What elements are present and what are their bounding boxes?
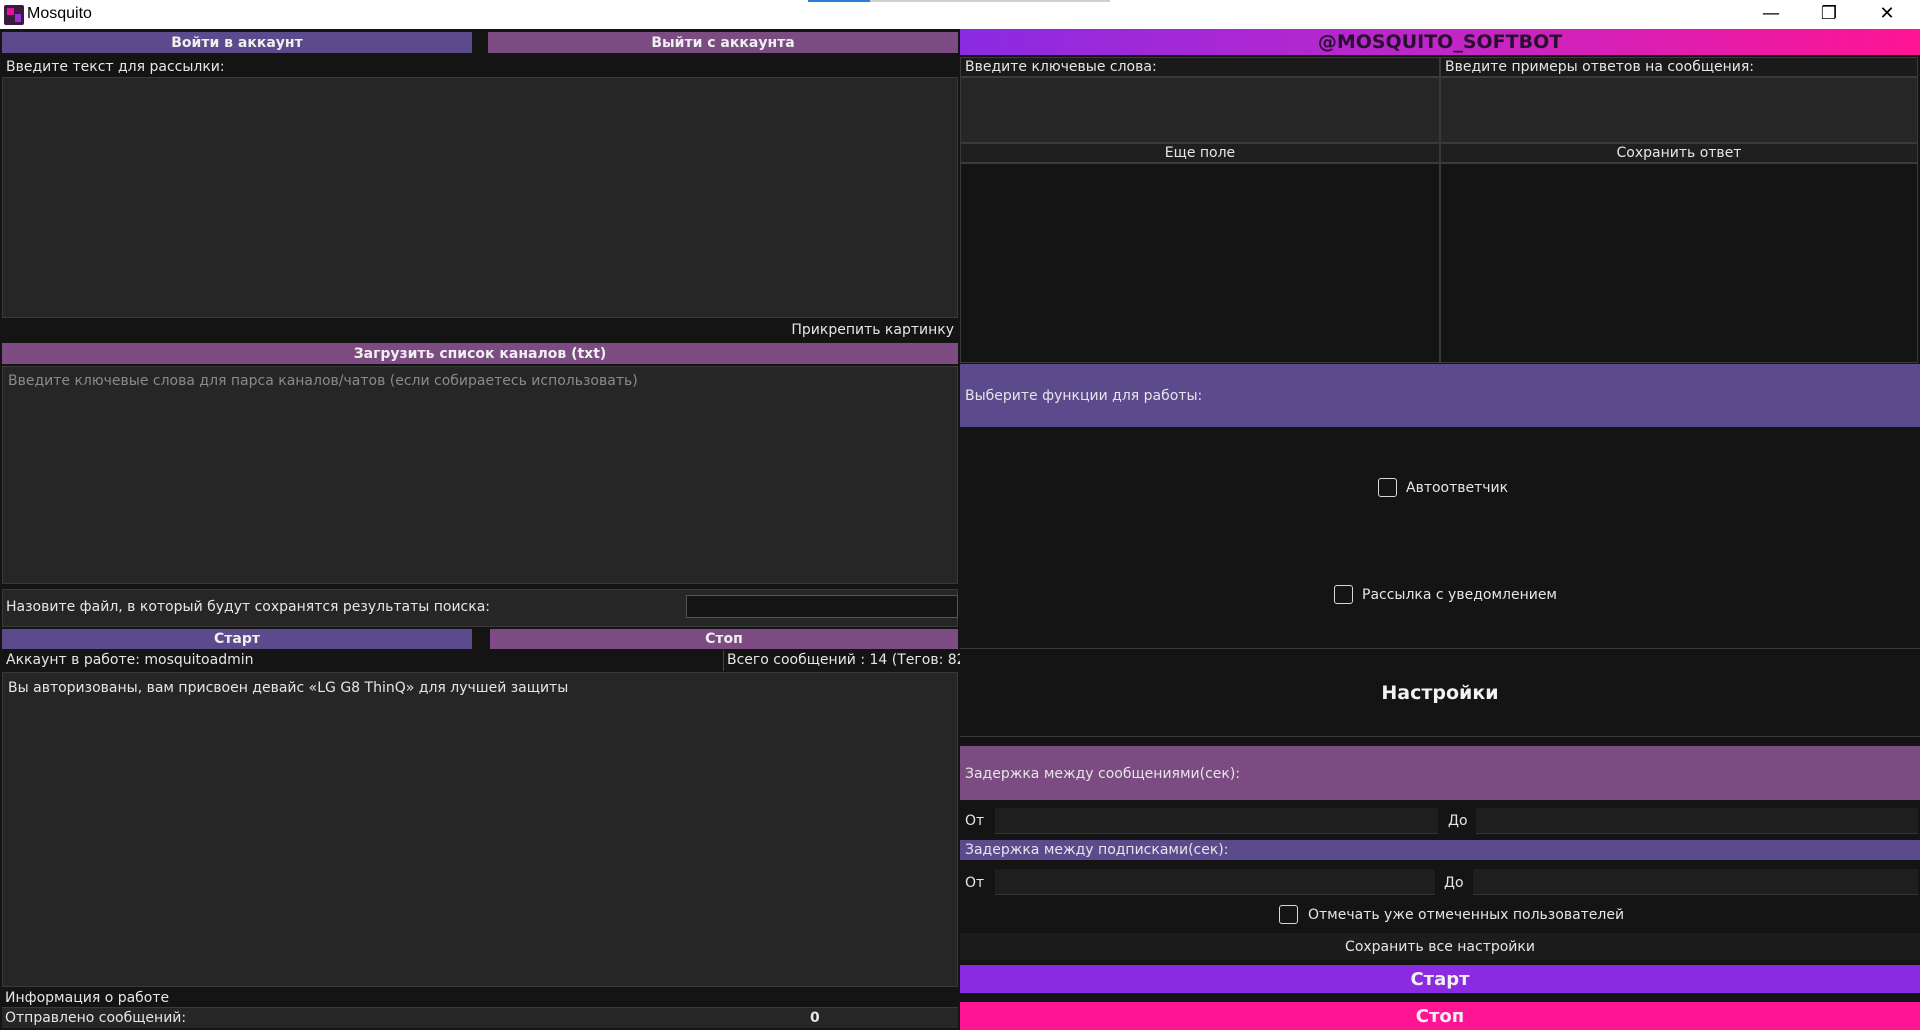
sub-delay-from-label: От	[965, 875, 985, 891]
sub-delay-from-input[interactable]	[995, 869, 1435, 895]
login-button[interactable]: Войти в аккаунт	[2, 32, 472, 53]
left-start-button[interactable]: Старт	[2, 629, 472, 649]
log-area: Вы авторизованы, вам присвоен девайс «LG…	[2, 672, 958, 987]
msg-delay-to-label: До	[1448, 813, 1468, 829]
titlebar-accent	[808, 0, 870, 2]
mark-users-checkbox[interactable]	[1279, 905, 1298, 924]
filename-label: Назовите файл, в который будут сохранятс…	[6, 599, 491, 615]
window-title: Mosquito	[27, 5, 92, 22]
minimize-button[interactable]: —	[1742, 0, 1800, 29]
answers-label: Введите примеры ответов на сообщения:	[1445, 59, 1755, 75]
msg-delay-to-input[interactable]	[1476, 808, 1918, 834]
sub-delay-to-label: До	[1444, 875, 1464, 891]
autoresponder-label: Автоответчик	[1406, 480, 1509, 496]
more-field-label: Еще поле	[1164, 145, 1236, 161]
saved-answers-area[interactable]	[1440, 163, 1918, 363]
titlebar-accent-secondary	[870, 0, 1110, 2]
right-start-button[interactable]: Старт	[960, 965, 1920, 993]
functions-label: Выберите функции для работы:	[965, 388, 1203, 404]
notify-broadcast-label: Рассылка с уведомлением	[1362, 587, 1557, 603]
total-messages: Всего сообщений : 14 (Тегов: 82)	[727, 652, 972, 668]
notify-broadcast-checkbox[interactable]	[1334, 585, 1353, 604]
msg-delay-from-label: От	[965, 813, 985, 829]
left-stop-button[interactable]: Стоп	[490, 629, 958, 649]
info-label: Информация о работе	[5, 990, 170, 1006]
attach-image-button[interactable]: Прикрепить картинку	[700, 322, 954, 338]
settings-title: Настройки	[1381, 682, 1499, 704]
sent-count: 0	[810, 1010, 820, 1026]
sub-delay-label: Задержка между подписками(сек):	[965, 842, 1229, 858]
app-logo-icon	[4, 5, 24, 25]
window-titlebar: Mosquito — ❐ ✕	[0, 0, 1920, 29]
mark-users-label: Отмечать уже отмеченных пользователей	[1308, 907, 1625, 923]
bot-header[interactable]: @MOSQUITO_SOFTBOT	[960, 29, 1920, 55]
save-all-label: Сохранить все настройки	[1345, 939, 1535, 955]
logout-button[interactable]: Выйти с аккаунта	[488, 32, 958, 53]
broadcast-text-label: Введите текст для рассылки:	[6, 59, 225, 75]
msg-delay-label: Задержка между сообщениями(сек):	[965, 766, 1241, 782]
autoresponder-checkbox[interactable]	[1378, 478, 1397, 497]
filename-input[interactable]	[686, 595, 958, 618]
load-channels-button[interactable]: Загрузить список каналов (txt)	[2, 343, 958, 364]
answers-input[interactable]	[1440, 77, 1918, 143]
channel-keywords-input[interactable]: Введите ключевые слова для парса каналов…	[2, 366, 958, 584]
save-answer-label: Сохранить ответ	[1616, 145, 1742, 161]
log-message: Вы авторизованы, вам присвоен девайс «LG…	[8, 680, 569, 696]
close-button[interactable]: ✕	[1858, 0, 1916, 29]
channel-keywords-placeholder: Введите ключевые слова для парса каналов…	[8, 373, 638, 389]
broadcast-text-area[interactable]	[2, 77, 958, 318]
sent-label: Отправлено сообщений:	[5, 1010, 187, 1026]
account-status: Аккаунт в работе: mosquitoadmin	[6, 652, 254, 668]
keywords-label: Введите ключевые слова:	[965, 59, 1157, 75]
msg-delay-from-input[interactable]	[995, 808, 1438, 834]
restore-button[interactable]: ❐	[1800, 0, 1858, 29]
more-field-area[interactable]	[960, 163, 1440, 363]
functions-area	[960, 427, 1920, 649]
sub-delay-to-input[interactable]	[1473, 869, 1918, 895]
keywords-input[interactable]	[960, 77, 1440, 143]
right-stop-button[interactable]: Стоп	[960, 1002, 1920, 1030]
